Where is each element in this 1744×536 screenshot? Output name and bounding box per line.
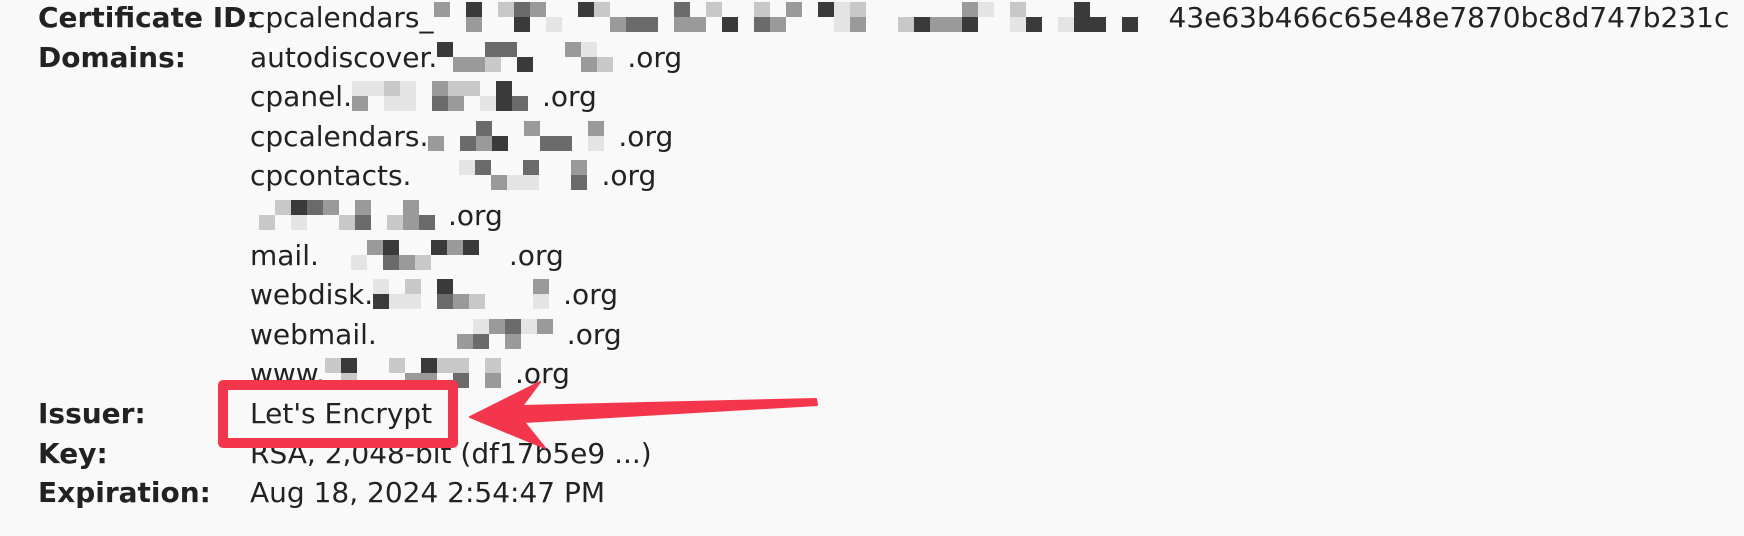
- arrow-left-icon: [469, 381, 818, 449]
